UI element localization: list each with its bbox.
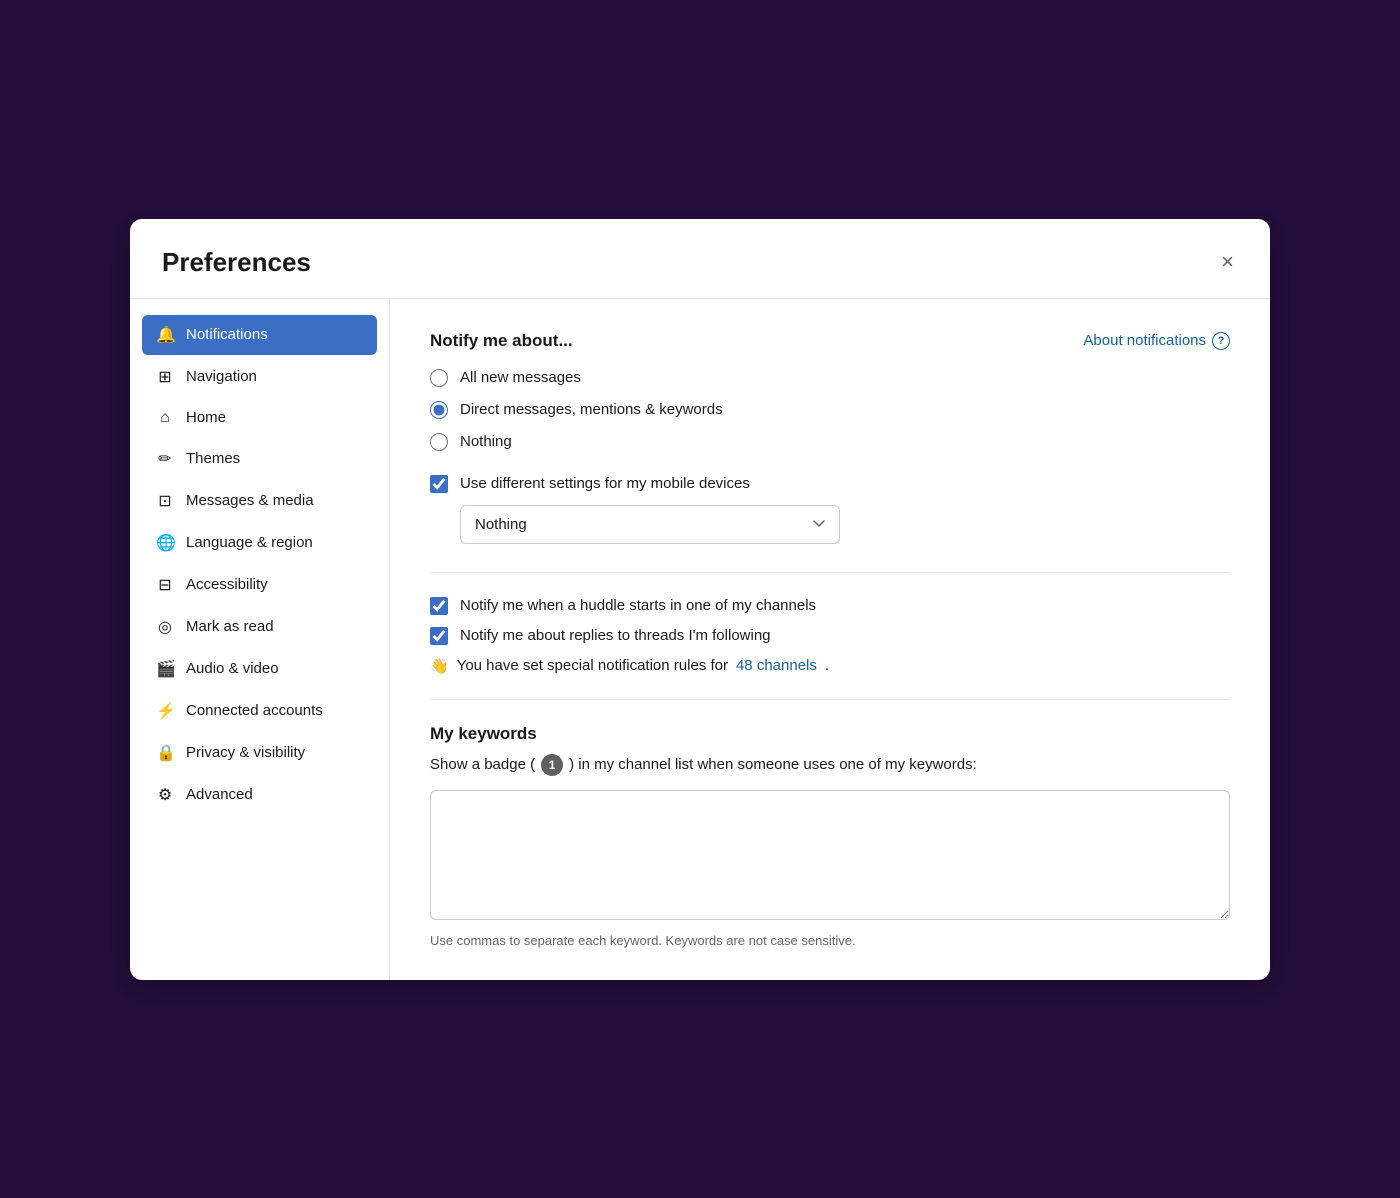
messages-media-icon: ⊡ bbox=[156, 491, 174, 511]
threads-label[interactable]: Notify me about replies to threads I'm f… bbox=[460, 627, 771, 644]
modal-body: 🔔 Notifications ⊞ Navigation ⌂ Home ✏ Themes ⊡ Me… bbox=[130, 299, 1270, 980]
modal-overlay: Preferences × 🔔 Notifications ⊞ Navigation ⌂… bbox=[0, 0, 1400, 1198]
special-rules-row: 👋 You have set special notification rule… bbox=[430, 657, 1230, 675]
radio-nothing-label[interactable]: Nothing bbox=[460, 433, 512, 450]
content-area: Notify me about... About notifications ?… bbox=[390, 299, 1270, 980]
mobile-notifications-select[interactable]: Nothing All new messages Direct messages… bbox=[460, 505, 840, 544]
sidebar-item-home-label: Home bbox=[186, 409, 226, 426]
radio-nothing-input[interactable] bbox=[430, 433, 448, 451]
sidebar-item-audio-video-label: Audio & video bbox=[186, 660, 279, 677]
sidebar-item-advanced[interactable]: ⚙ Advanced bbox=[142, 775, 377, 815]
keywords-section: My keywords Show a badge ( 1 ) in my cha… bbox=[430, 724, 1230, 948]
sidebar-item-notifications-label: Notifications bbox=[186, 326, 268, 343]
notify-section-title: Notify me about... bbox=[430, 331, 573, 351]
radio-all-messages-label[interactable]: All new messages bbox=[460, 369, 581, 386]
keywords-hint: Use commas to separate each keyword. Key… bbox=[430, 933, 1230, 948]
mobile-devices-checkbox[interactable] bbox=[430, 475, 448, 493]
sidebar-item-mark-as-read[interactable]: ◎ Mark as read bbox=[142, 607, 377, 647]
preferences-modal: Preferences × 🔔 Notifications ⊞ Navigation ⌂… bbox=[130, 219, 1270, 980]
modal-title: Preferences bbox=[162, 247, 311, 278]
sidebar-item-connected-accounts[interactable]: ⚡ Connected accounts bbox=[142, 691, 377, 731]
advanced-icon: ⚙ bbox=[156, 785, 174, 805]
sidebar-item-connected-accounts-label: Connected accounts bbox=[186, 702, 323, 719]
radio-all-messages: All new messages bbox=[430, 369, 1230, 387]
sidebar-item-notifications[interactable]: 🔔 Notifications bbox=[142, 315, 377, 355]
sidebar-item-mark-as-read-label: Mark as read bbox=[186, 618, 274, 635]
sidebar-item-advanced-label: Advanced bbox=[186, 786, 253, 803]
channels-link[interactable]: 48 channels bbox=[736, 657, 817, 674]
divider-1 bbox=[430, 572, 1230, 573]
huddle-checkbox-item: Notify me when a huddle starts in one of… bbox=[430, 597, 1230, 615]
audio-video-icon: 🎬 bbox=[156, 659, 174, 679]
sidebar-item-accessibility[interactable]: ⊟ Accessibility bbox=[142, 565, 377, 605]
notify-radio-group: All new messages Direct messages, mentio… bbox=[430, 369, 1230, 451]
sidebar-item-navigation-label: Navigation bbox=[186, 368, 257, 385]
special-rules-text-before: You have set special notification rules … bbox=[457, 657, 728, 674]
notify-section: Notify me about... About notifications ?… bbox=[430, 331, 1230, 544]
sidebar-item-audio-video[interactable]: 🎬 Audio & video bbox=[142, 649, 377, 689]
sidebar-item-accessibility-label: Accessibility bbox=[186, 576, 268, 593]
notifications-icon: 🔔 bbox=[156, 325, 174, 345]
special-rules-text-after: . bbox=[825, 657, 829, 674]
section-header: Notify me about... About notifications ? bbox=[430, 331, 1230, 351]
help-circle-icon: ? bbox=[1212, 332, 1230, 350]
navigation-icon: ⊞ bbox=[156, 367, 174, 387]
sidebar-item-messages-media-label: Messages & media bbox=[186, 492, 314, 509]
radio-direct-messages-label[interactable]: Direct messages, mentions & keywords bbox=[460, 401, 723, 418]
accessibility-icon: ⊟ bbox=[156, 575, 174, 595]
mobile-devices-checkbox-item: Use different settings for my mobile dev… bbox=[430, 475, 1230, 493]
badge-text-before: Show a badge ( bbox=[430, 756, 535, 773]
sidebar-item-themes-label: Themes bbox=[186, 450, 240, 467]
language-region-icon: 🌐 bbox=[156, 533, 174, 553]
radio-nothing: Nothing bbox=[430, 433, 1230, 451]
threads-checkbox[interactable] bbox=[430, 627, 448, 645]
sidebar-item-messages-media[interactable]: ⊡ Messages & media bbox=[142, 481, 377, 521]
sidebar-item-home[interactable]: ⌂ Home bbox=[142, 399, 377, 437]
radio-direct-messages-input[interactable] bbox=[430, 401, 448, 419]
radio-direct-messages: Direct messages, mentions & keywords bbox=[430, 401, 1230, 419]
sidebar-item-privacy-visibility-label: Privacy & visibility bbox=[186, 744, 305, 761]
sidebar-item-themes[interactable]: ✏ Themes bbox=[142, 439, 377, 479]
huddle-checkbox[interactable] bbox=[430, 597, 448, 615]
badge-text-after: ) in my channel list when someone uses o… bbox=[569, 756, 977, 773]
about-notifications-text: About notifications bbox=[1083, 332, 1206, 349]
badge-text-row: Show a badge ( 1 ) in my channel list wh… bbox=[430, 754, 1230, 776]
mobile-devices-label[interactable]: Use different settings for my mobile dev… bbox=[460, 475, 750, 492]
badge-circle: 1 bbox=[541, 754, 563, 776]
mark-as-read-icon: ◎ bbox=[156, 617, 174, 637]
sidebar-item-language-region[interactable]: 🌐 Language & region bbox=[142, 523, 377, 563]
keywords-title: My keywords bbox=[430, 724, 1230, 744]
modal-header: Preferences × bbox=[130, 219, 1270, 299]
connected-accounts-icon: ⚡ bbox=[156, 701, 174, 721]
privacy-visibility-icon: 🔒 bbox=[156, 743, 174, 763]
huddle-label[interactable]: Notify me when a huddle starts in one of… bbox=[460, 597, 816, 614]
about-notifications-link[interactable]: About notifications ? bbox=[1083, 332, 1230, 350]
wave-emoji: 👋 bbox=[430, 657, 449, 675]
sidebar: 🔔 Notifications ⊞ Navigation ⌂ Home ✏ Themes ⊡ Me… bbox=[130, 299, 390, 980]
themes-icon: ✏ bbox=[156, 449, 174, 469]
mobile-settings-dropdown-wrapper: Nothing All new messages Direct messages… bbox=[460, 505, 1230, 544]
close-button[interactable]: × bbox=[1217, 247, 1238, 277]
radio-all-messages-input[interactable] bbox=[430, 369, 448, 387]
threads-checkbox-item: Notify me about replies to threads I'm f… bbox=[430, 627, 1230, 645]
divider-2 bbox=[430, 699, 1230, 700]
sidebar-item-language-region-label: Language & region bbox=[186, 534, 313, 551]
sidebar-item-privacy-visibility[interactable]: 🔒 Privacy & visibility bbox=[142, 733, 377, 773]
sidebar-item-navigation[interactable]: ⊞ Navigation bbox=[142, 357, 377, 397]
home-icon: ⌂ bbox=[156, 409, 174, 427]
keywords-textarea[interactable] bbox=[430, 790, 1230, 920]
